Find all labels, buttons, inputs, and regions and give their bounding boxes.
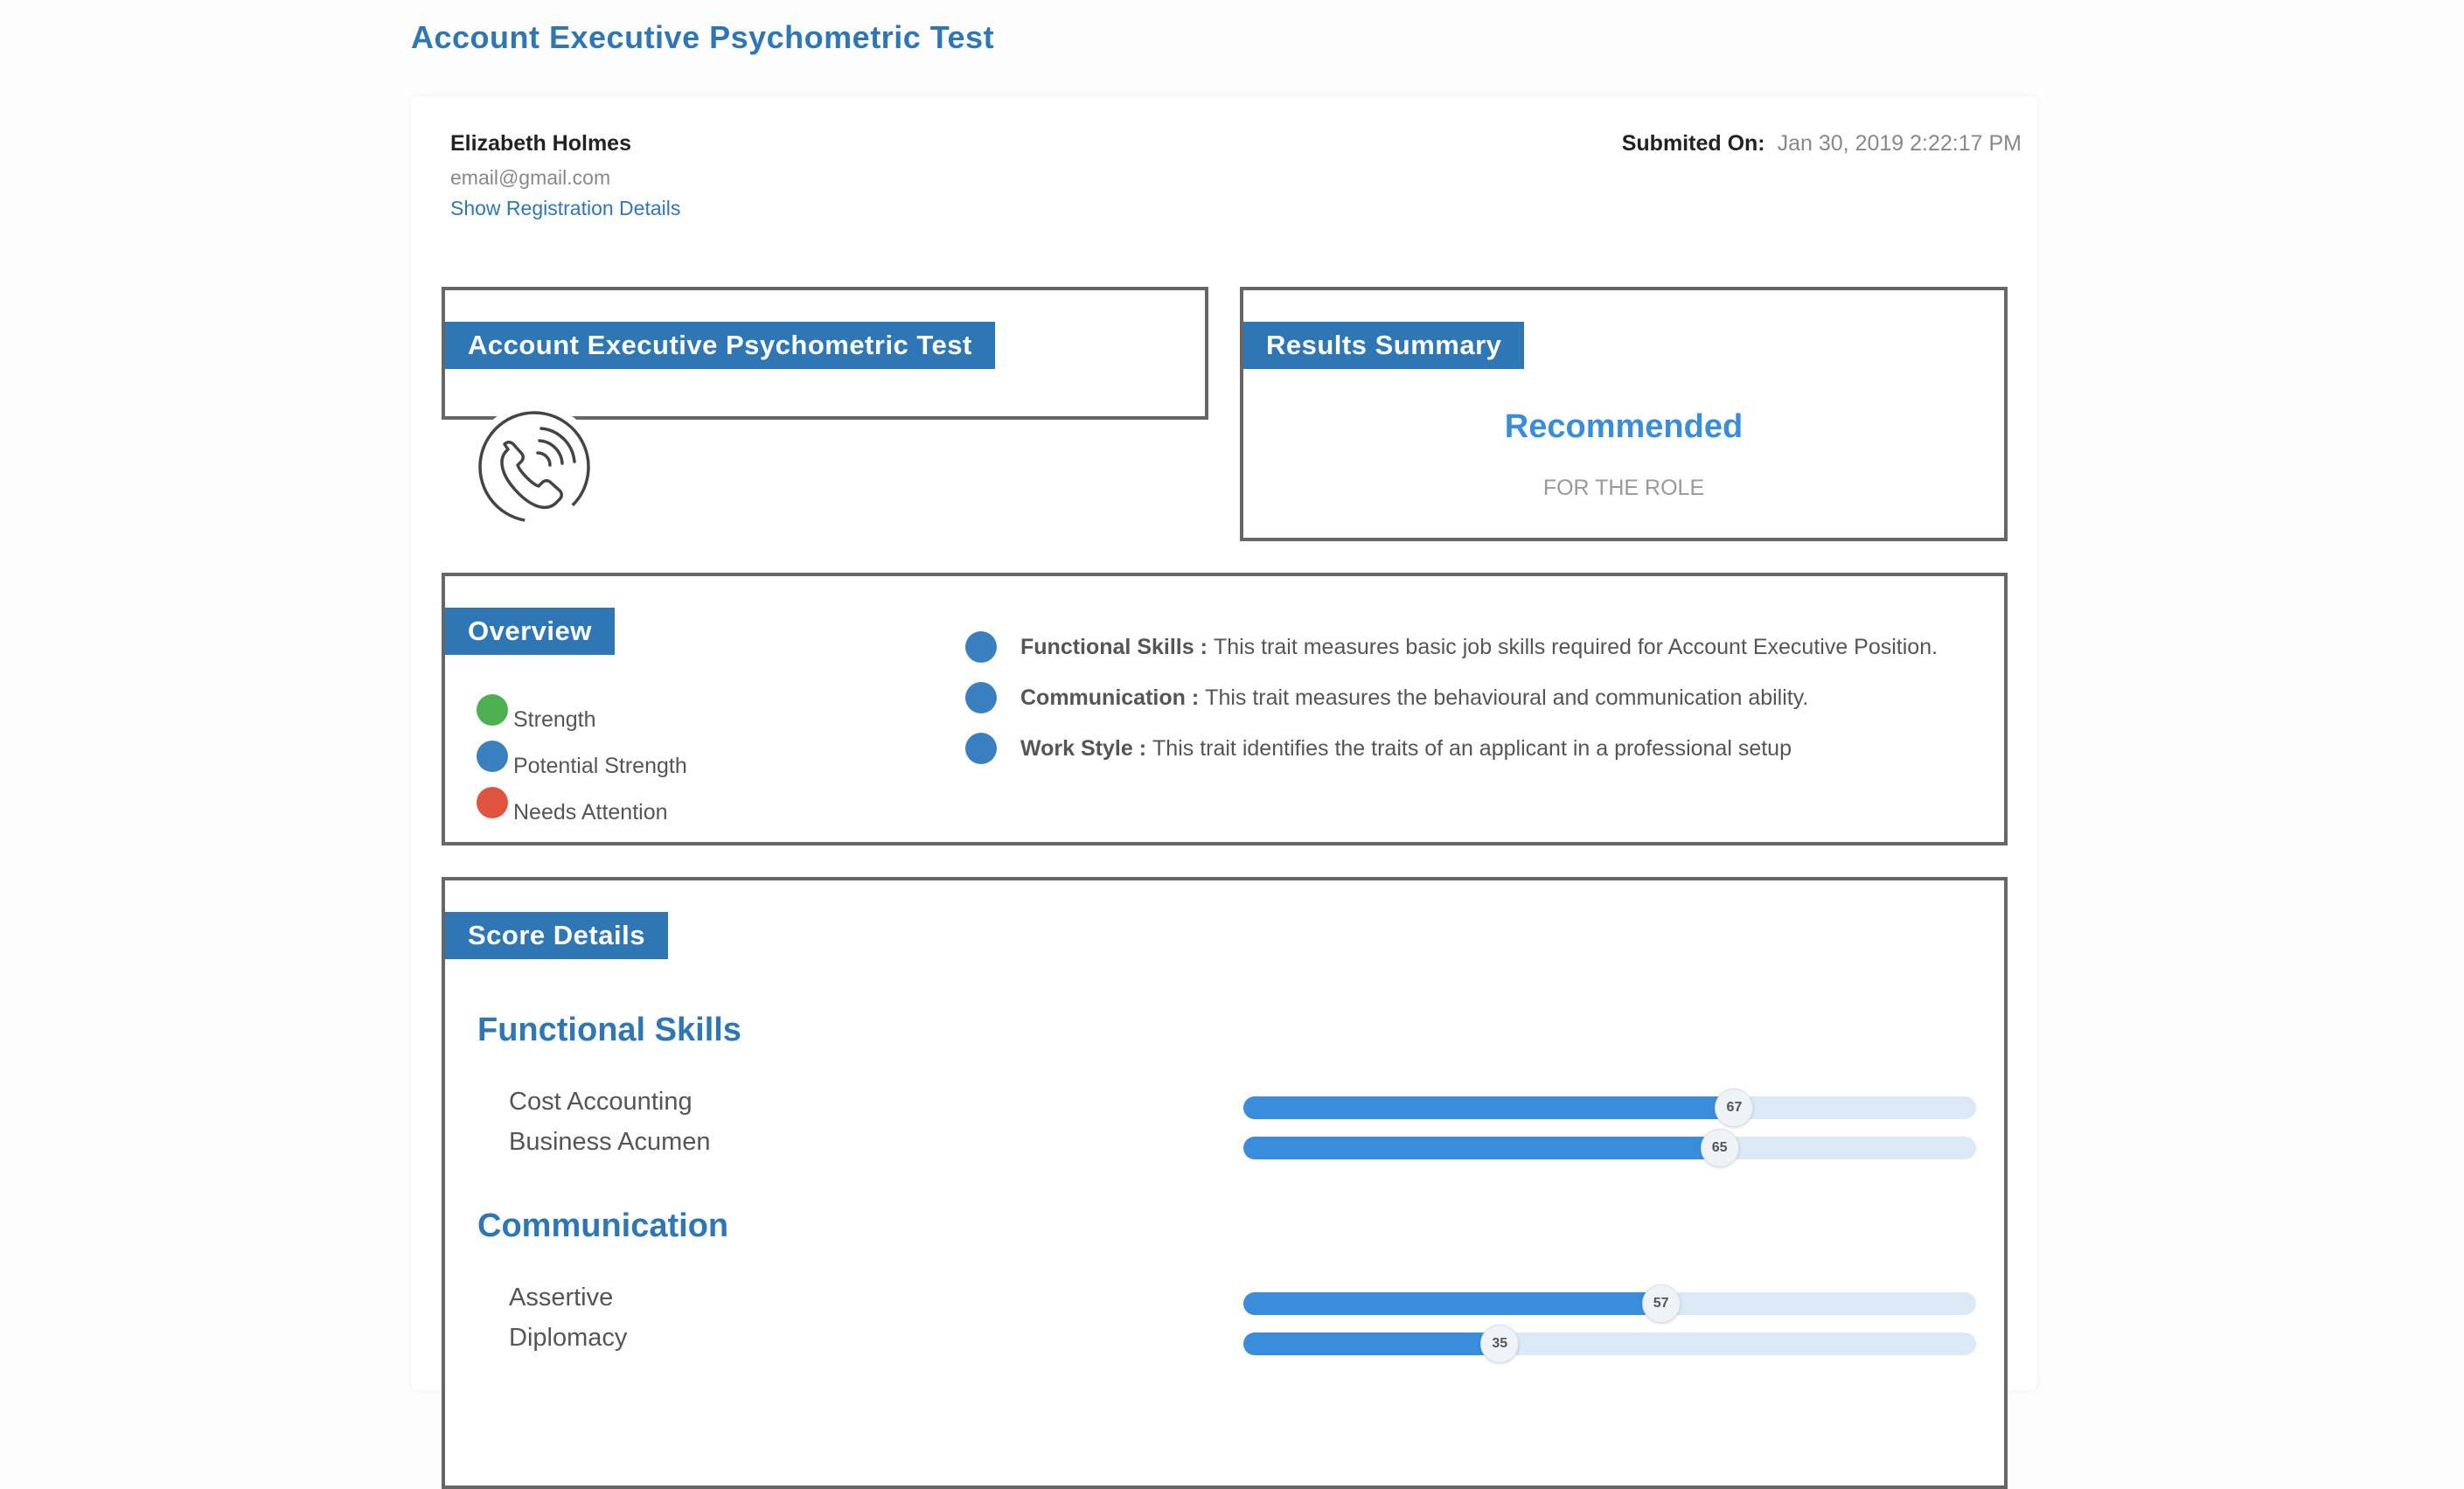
results-summary-box: Results Summary Recommended FOR THE ROLE	[1240, 287, 2008, 541]
legend-item-strength: Strength	[477, 686, 687, 733]
score-row-assertive: Assertive 57	[445, 1284, 2004, 1323]
overview-box: Overview Strength Potential Strength Nee…	[442, 573, 2008, 845]
score-bar-fill	[1243, 1137, 1720, 1159]
score-label: Assertive	[509, 1284, 614, 1312]
section-title-functional-skills: Functional Skills	[477, 1012, 741, 1048]
score-label: Diplomacy	[509, 1324, 628, 1352]
trait-dot-icon	[965, 682, 997, 713]
score-label: Business Acumen	[509, 1128, 711, 1156]
trait-description: This trait identifies the traits of an a…	[1152, 735, 1792, 761]
trait-communication: Communication : This trait measures the b…	[965, 672, 1938, 723]
score-value-knob: 67	[1715, 1089, 1754, 1127]
strength-dot-icon	[477, 694, 508, 726]
submitted-label: Submited On:	[1621, 131, 1765, 156]
trait-functional-skills: Functional Skills : This trait measures b…	[965, 622, 1938, 672]
legend-item-potential-strength: Potential Strength	[477, 733, 687, 779]
score-row-diplomacy: Diplomacy 35	[445, 1324, 2004, 1363]
needs-attention-dot-icon	[477, 787, 508, 818]
score-row-cost-accounting: Cost Accounting 67	[445, 1088, 2004, 1127]
submitted-value: Jan 30, 2019 2:22:17 PM	[1777, 131, 2022, 156]
result-verdict: Recommended	[1504, 408, 1744, 445]
trait-name: Communication :	[1020, 685, 1200, 710]
score-row-business-acumen: Business Acumen 65	[445, 1128, 2004, 1167]
trait-dot-icon	[965, 733, 997, 764]
trait-dot-icon	[965, 631, 997, 663]
test-name-tag: Account Executive Psychometric Test	[445, 322, 995, 369]
score-label: Cost Accounting	[509, 1088, 693, 1116]
test-name-box: Account Executive Psychometric Test	[442, 287, 1208, 531]
score-bar-fill	[1243, 1292, 1661, 1315]
page-title: Account Executive Psychometric Test	[411, 19, 995, 55]
legend-label: Potential Strength	[513, 754, 687, 778]
report-card: Elizabeth Holmes email@gmail.com Show Re…	[411, 96, 2037, 1489]
score-bar-track: 57	[1243, 1284, 1976, 1323]
phone-call-icon	[471, 404, 598, 531]
results-summary-tag: Results Summary	[1243, 322, 1525, 369]
candidate-email: email@gmail.com	[450, 166, 611, 189]
overview-tag: Overview	[445, 608, 615, 655]
potential-strength-dot-icon	[477, 741, 508, 772]
score-bar-track: 67	[1243, 1089, 1976, 1127]
submitted-on: Submited On: Jan 30, 2019 2:22:17 PM	[1622, 131, 2022, 157]
score-value-knob: 57	[1641, 1284, 1681, 1323]
show-registration-details-link[interactable]: Show Registration Details	[450, 197, 680, 220]
score-value-knob: 35	[1480, 1325, 1520, 1363]
score-bar-fill	[1243, 1096, 1735, 1119]
trait-work-style: Work Style : This trait identifies the tr…	[965, 723, 1938, 774]
score-bar-track: 65	[1243, 1129, 1976, 1167]
candidate-name: Elizabeth Holmes	[450, 131, 631, 156]
legend-label: Needs Attention	[513, 800, 668, 825]
trait-list: Functional Skills : This trait measures b…	[965, 622, 1938, 774]
trait-name: Work Style :	[1020, 735, 1147, 761]
section-title-communication: Communication	[477, 1207, 729, 1244]
trait-description: This trait measures the behavioural and …	[1205, 685, 1809, 710]
score-details-box: Score Details Functional Skills Cost Acc…	[442, 877, 2008, 1489]
trait-name: Functional Skills :	[1020, 634, 1208, 659]
legend-label: Strength	[513, 707, 596, 732]
score-details-tag: Score Details	[445, 912, 668, 959]
trait-description: This trait measures basic job skills req…	[1213, 634, 1938, 659]
score-bar-fill	[1243, 1332, 1500, 1355]
score-bar-track: 35	[1243, 1325, 1976, 1363]
result-subtext: FOR THE ROLE	[1542, 476, 1705, 500]
score-value-knob: 65	[1700, 1129, 1739, 1167]
legend-item-needs-attention: Needs Attention	[477, 779, 687, 825]
legend: Strength Potential Strength Needs Attent…	[477, 686, 687, 825]
